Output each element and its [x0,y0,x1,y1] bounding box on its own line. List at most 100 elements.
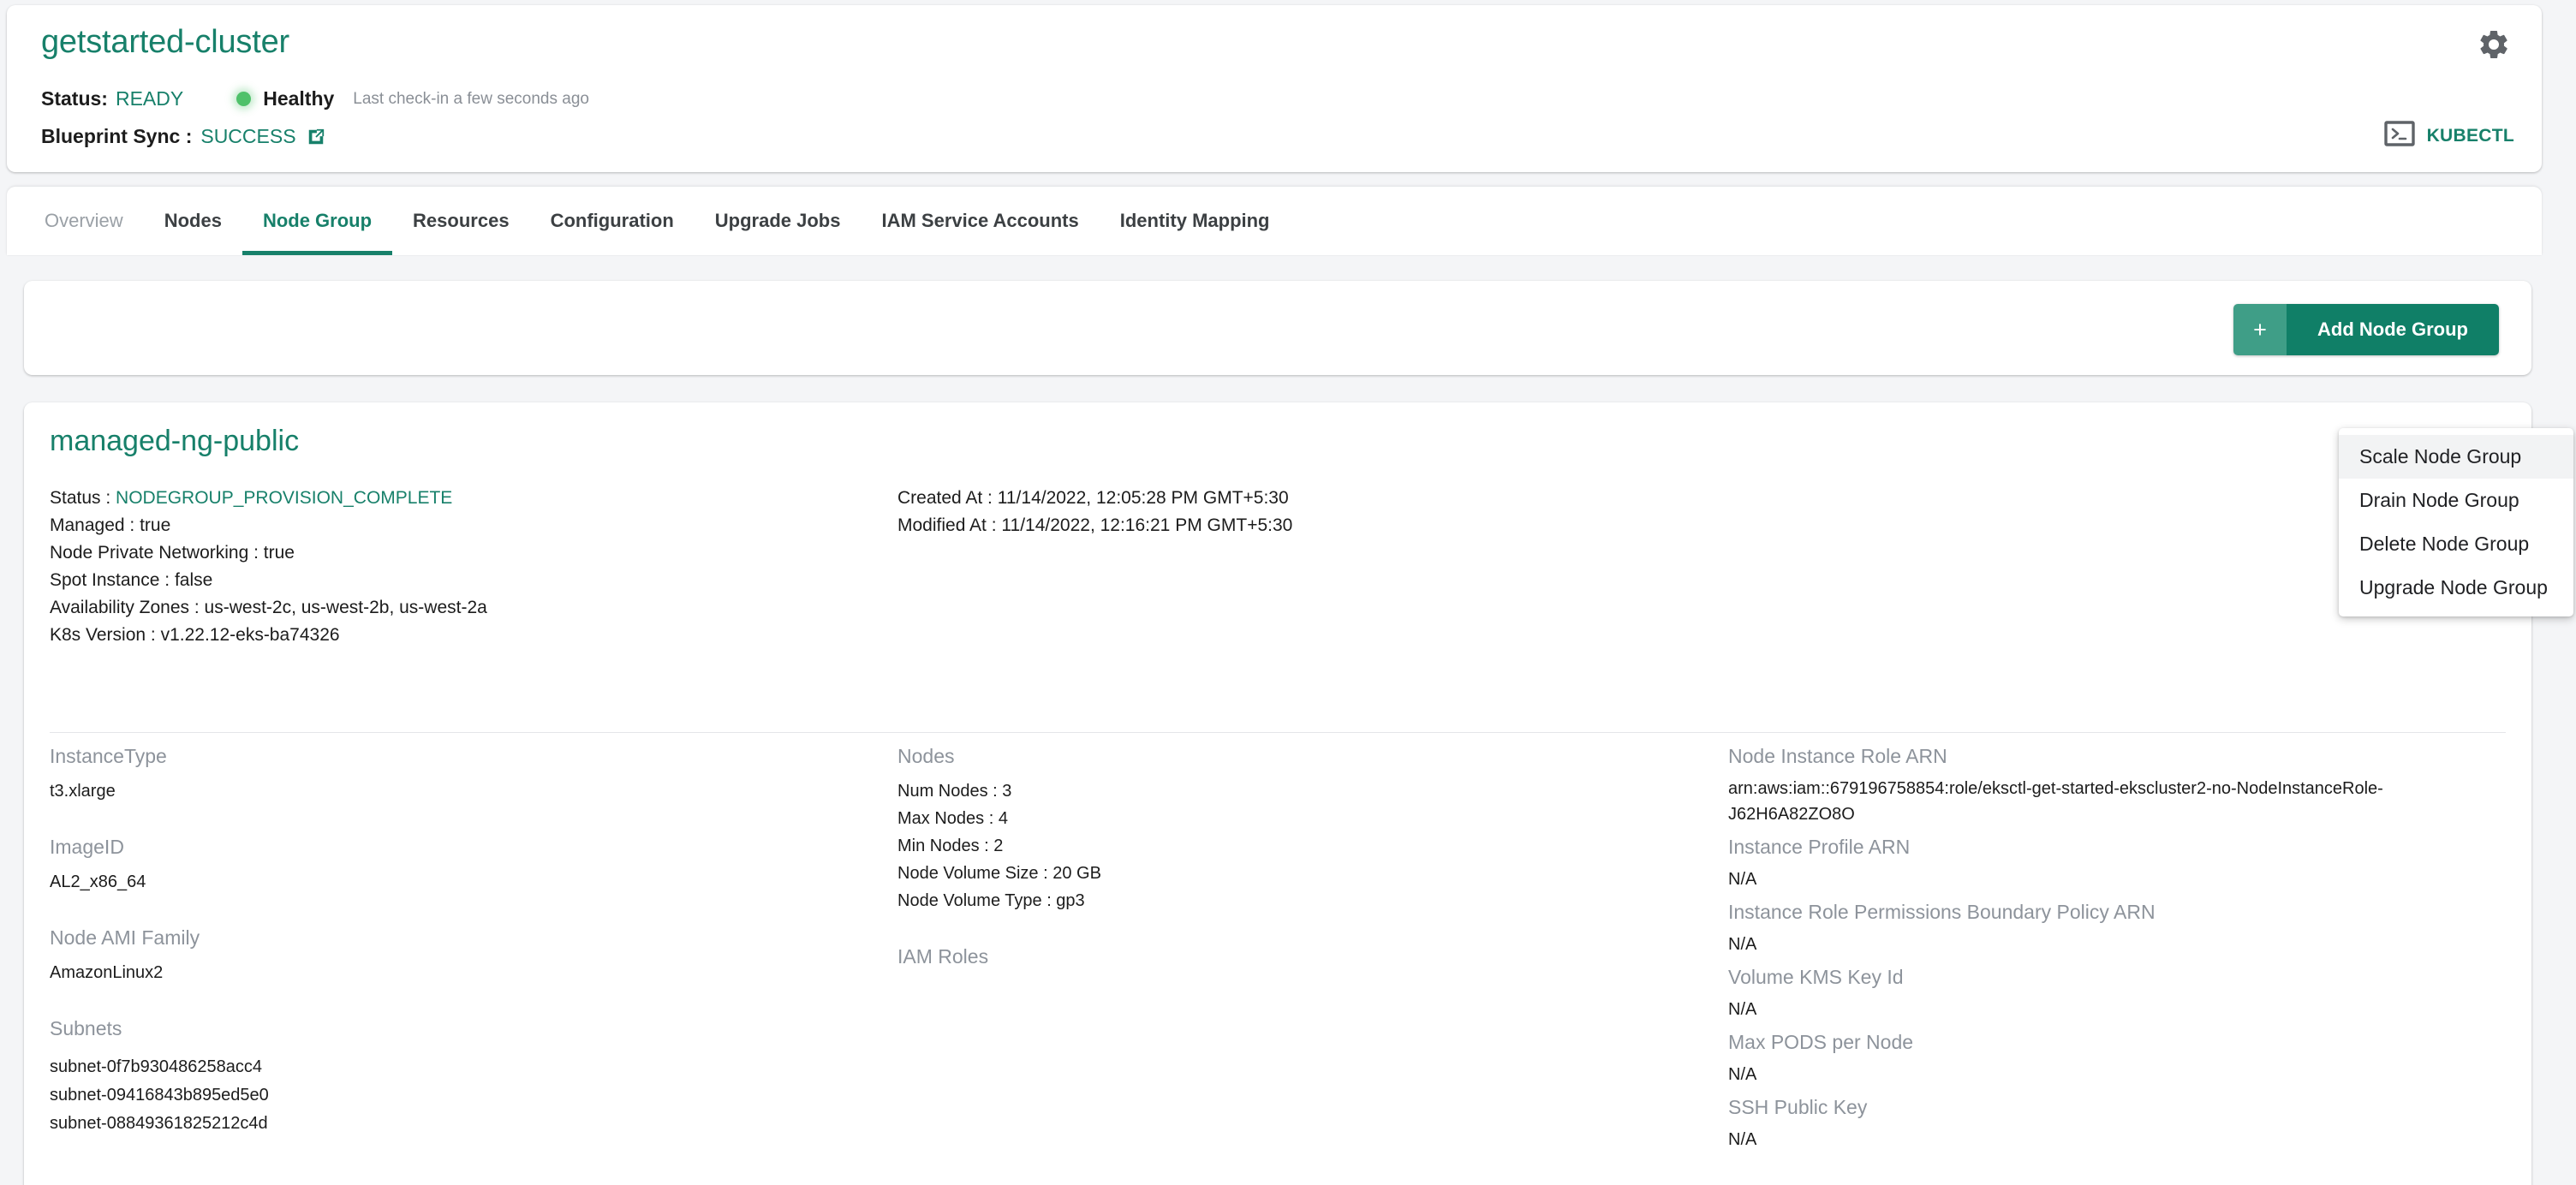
meta-modified-value: 11/14/2022, 12:16:21 PM GMT+5:30 [1001,515,1293,535]
add-node-group-label: Add Node Group [2287,304,2499,355]
node-group-name[interactable]: managed-ng-public [50,425,299,458]
list-item: subnet-08849361825212c4d [50,1114,268,1133]
meta-created-key: Created At : [897,488,993,508]
meta-spot-key: Spot Instance : [50,570,170,590]
meta-created-at: Created At : 11/14/2022, 12:05:28 PM GMT… [897,485,1292,512]
external-link-icon[interactable] [307,128,325,146]
ssh-public-key-group: SSH Public Key N/A [1728,1094,2490,1152]
tab-iam-service-accounts[interactable]: IAM Service Accounts [861,187,1099,255]
iam-roles-label: IAM Roles [897,945,989,968]
status-label: Status: [41,87,108,110]
instance-type-value: t3.xlarge [50,782,116,801]
meta-spot-value: false [174,570,213,590]
kubectl-button[interactable]: KUBECTL [2383,121,2514,151]
tab-overview[interactable]: Overview [24,187,144,255]
meta-managed: Managed : true [50,512,487,539]
volume-kms-key-id-value: N/A [1728,1000,1757,1019]
menu-item-drain-node-group[interactable]: Drain Node Group [2339,479,2573,522]
meta-az-key: Availability Zones : [50,598,200,617]
menu-item-upgrade-node-group[interactable]: Upgrade Node Group [2339,566,2573,610]
tabs-card: Overview Nodes Node Group Resources Conf… [7,187,2542,255]
subnets-list: subnet-0f7b930486258acc4 subnet-09416843… [50,1053,872,1138]
node-group-details-card: managed-ng-public Status : NODEGROUP_PRO… [24,402,2531,1185]
add-node-group-button[interactable]: + Add Node Group [2233,304,2499,355]
blueprint-sync-value[interactable]: SUCCESS [200,125,295,148]
node-group-context-menu: Scale Node Group Drain Node Group Delete… [2339,428,2573,616]
instance-role-permissions-boundary-value: N/A [1728,935,1757,954]
node-ami-family-value: AmazonLinux2 [50,963,164,982]
tab-node-group[interactable]: Node Group [242,187,393,255]
meta-status-value[interactable]: NODEGROUP_PROVISION_COMPLETE [116,488,452,508]
status-value: READY [115,87,184,110]
node-group-toolbar-card: + Add Node Group [24,281,2531,375]
instance-profile-arn-value: N/A [1728,870,1757,889]
cluster-header-card: getstarted-cluster Status: READY Healthy… [7,5,2542,172]
meta-node-private-networking: Node Private Networking : true [50,539,487,567]
meta-k8s-version: K8s Version : v1.22.12-eks-ba74326 [50,622,487,649]
meta-managed-value: true [140,515,171,535]
meta-created-value: 11/14/2022, 12:05:28 PM GMT+5:30 [997,488,1289,508]
volume-kms-key-id-label: Volume KMS Key Id [1728,966,1904,988]
gear-icon[interactable] [2477,27,2511,62]
meta-npn-key: Node Private Networking : [50,543,259,563]
meta-npn-value: true [263,543,295,563]
tab-configuration[interactable]: Configuration [530,187,695,255]
tab-identity-mapping[interactable]: Identity Mapping [1100,187,1291,255]
detail-column-right: Node Instance Role ARN arn:aws:iam::6791… [1728,743,2490,1159]
meta-k8s-value: v1.22.12-eks-ba74326 [160,625,340,645]
instance-type-label: InstanceType [50,745,167,767]
max-pods-per-node-value: N/A [1728,1065,1757,1084]
list-item: subnet-09416843b895ed5e0 [50,1086,269,1105]
max-nodes-line: Max Nodes : 4 [897,809,1008,828]
ssh-public-key-value: N/A [1728,1130,1757,1149]
meta-status-key: Status : [50,488,111,508]
cluster-status-row: Status: READY Healthy Last check-in a fe… [41,87,589,110]
meta-availability-zones: Availability Zones : us-west-2c, us-west… [50,594,487,622]
nodes-detail-list: Num Nodes : 3 Max Nodes : 4 Min Nodes : … [897,777,1720,914]
ssh-public-key-label: SSH Public Key [1728,1096,1868,1118]
tab-resources[interactable]: Resources [392,187,530,255]
menu-item-scale-node-group[interactable]: Scale Node Group [2339,435,2573,479]
menu-item-delete-node-group[interactable]: Delete Node Group [2339,522,2573,566]
detail-column-left: InstanceType t3.xlarge ImageID AL2_x86_6… [50,743,872,1138]
instance-profile-arn-label: Instance Profile ARN [1728,836,1911,858]
meta-modified-key: Modified At : [897,515,997,535]
meta-managed-key: Managed : [50,515,135,535]
node-instance-role-arn-label: Node Instance Role ARN [1728,745,1947,767]
nodes-label: Nodes [897,745,955,767]
subnets-label: Subnets [50,1017,122,1039]
node-instance-role-arn-value: arn:aws:iam::679196758854:role/eksctl-ge… [1728,779,2383,824]
meta-az-value: us-west-2c, us-west-2b, us-west-2a [204,598,487,617]
list-item: subnet-0f7b930486258acc4 [50,1057,262,1076]
node-volume-size-line: Node Volume Size : 20 GB [897,864,1101,883]
section-divider-top [50,732,2506,733]
min-nodes-line: Min Nodes : 2 [897,837,1004,855]
blueprint-sync-row: Blueprint Sync : SUCCESS [41,125,325,148]
node-group-meta-right: Created At : 11/14/2022, 12:05:28 PM GMT… [897,485,1292,539]
instance-role-permissions-boundary-group: Instance Role Permissions Boundary Polic… [1728,899,2490,957]
instance-profile-arn-group: Instance Profile ARN N/A [1728,834,2490,892]
tab-nodes[interactable]: Nodes [144,187,242,255]
meta-status: Status : NODEGROUP_PROVISION_COMPLETE [50,485,487,512]
node-group-meta-left: Status : NODEGROUP_PROVISION_COMPLETE Ma… [50,485,487,649]
max-pods-per-node-group: Max PODS per Node N/A [1728,1029,2490,1087]
last-checkin-text: Last check-in a few seconds ago [353,89,589,108]
kubectl-label: KUBECTL [2426,125,2514,146]
plus-icon: + [2233,304,2287,355]
volume-kms-key-id-group: Volume KMS Key Id N/A [1728,964,2490,1022]
instance-role-permissions-boundary-label: Instance Role Permissions Boundary Polic… [1728,901,2156,923]
app-page: getstarted-cluster Status: READY Healthy… [0,0,2576,1185]
tab-upgrade-jobs[interactable]: Upgrade Jobs [695,187,862,255]
terminal-icon [2383,121,2415,151]
node-instance-role-arn-group: Node Instance Role ARN arn:aws:iam::6791… [1728,743,2490,827]
meta-modified-at: Modified At : 11/14/2022, 12:16:21 PM GM… [897,512,1292,539]
image-id-label: ImageID [50,836,124,858]
meta-spot-instance: Spot Instance : false [50,567,487,594]
health-indicator-dot [236,92,252,106]
num-nodes-line: Num Nodes : 3 [897,782,1012,801]
page-title: getstarted-cluster [41,24,289,60]
detail-column-middle: Nodes Num Nodes : 3 Max Nodes : 4 Min No… [897,743,1720,969]
node-volume-type-line: Node Volume Type : gp3 [897,891,1085,910]
max-pods-per-node-label: Max PODS per Node [1728,1031,1914,1053]
tab-bar: Overview Nodes Node Group Resources Conf… [24,187,1291,255]
